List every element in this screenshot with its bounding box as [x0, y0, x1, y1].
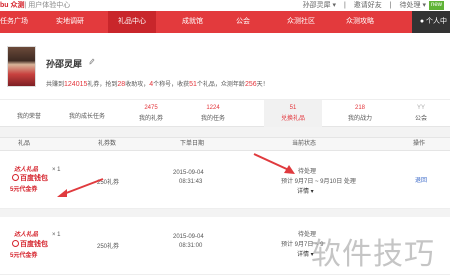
column-header-order-date: 下单日期 [180, 141, 205, 147]
brand-name: bu 众测 [0, 2, 25, 9]
coupon-amount: 250礼券 [97, 244, 120, 250]
personal-center-button[interactable]: ● 个人中 [412, 11, 450, 33]
edit-icon[interactable] [89, 58, 95, 65]
profile-panel: 孙邵灵犀 共赚到124015礼券，抢到28收助攻，4个称号，收获51个礼品，众测… [0, 33, 450, 99]
divider: | [344, 2, 346, 9]
order-date: 2015-09-04 [173, 234, 204, 240]
gift-bank-name: 百度钱包 [12, 239, 48, 249]
nav-item-field-research[interactable]: 实地调研 [56, 11, 84, 33]
user-stats: 共赚到124015礼券，抢到28收助攻，4个称号，收获51个礼品，众测年龄256… [46, 79, 269, 88]
column-header-status: 当前状态 [292, 141, 317, 147]
nav-item-guild[interactable]: 公会 [236, 11, 250, 33]
stats-text: 个称号，收获 [153, 82, 190, 88]
wallet-icon [12, 174, 19, 181]
nav-item-gift-center[interactable]: 礼品中心 [108, 11, 156, 33]
gift-brand-logo: 达人礼品 [14, 167, 39, 173]
column-header-action: 操作 [413, 141, 426, 147]
tab-label: 我的礼券 [138, 116, 163, 122]
gift-coupon-name: 5元代金券 [10, 253, 38, 259]
divider: | [389, 2, 392, 9]
stats-text: 个礼品，众测年龄 [196, 82, 245, 88]
gift-brand-logo: 达人礼品 [14, 232, 39, 238]
tab-label: 兑换礼品 [280, 116, 305, 122]
gift-quantity: × 1 [52, 232, 61, 238]
wallet-icon [12, 240, 19, 247]
gift-count: 51 [189, 81, 197, 88]
order-time: 08:31:43 [179, 179, 203, 185]
tab-label: 公会 [414, 116, 427, 122]
bank-label: 百度钱包 [20, 175, 48, 182]
main-nav: 任务广场 实地调研 礼品中心 成就馆 公会 众测社区 众测攻略 [0, 11, 450, 33]
tab-redeem-gifts[interactable]: 51 兑换礼品 [264, 100, 322, 127]
coin-count: 124015 [64, 81, 88, 88]
site-logo[interactable]: bu 众测| 用户体验中心 [0, 0, 70, 11]
watermark: 软件技巧 [311, 237, 435, 272]
tab-power[interactable]: 218 我的战力 [331, 100, 389, 127]
gift-coupon-name: 5元代金券 [10, 187, 38, 193]
tab-label: 我的荣誉 [16, 114, 41, 120]
tab-coupons[interactable]: 2475 我的礼券 [122, 100, 180, 127]
nav-item-task-square[interactable]: 任务广场 [0, 11, 28, 33]
tab-count: 1224 [206, 105, 220, 111]
stats-text: 共赚到 [46, 82, 65, 88]
brand-subtitle: | 用户体验中心 [24, 2, 71, 9]
stats-text: 天！ [256, 82, 269, 88]
gift-quantity: × 1 [52, 167, 61, 173]
gift-bank-name: 百度钱包 [12, 173, 48, 183]
new-badge: new [428, 1, 444, 10]
detail-toggle[interactable]: 详情 ▾ [297, 186, 314, 195]
stats-text: 礼券，抢到 [87, 82, 118, 88]
coupon-amount: 250礼券 [97, 180, 120, 186]
tab-guild[interactable]: YY 公会 [392, 100, 450, 127]
order-time: 08:31:00 [179, 243, 203, 249]
nav-item-achievements[interactable]: 成就馆 [182, 11, 203, 33]
column-header-coupons: 礼券数 [98, 141, 117, 147]
tab-label: 我的任务 [200, 116, 225, 122]
nav-item-guides[interactable]: 众测攻略 [346, 11, 374, 33]
tab-label: 我的战力 [347, 116, 372, 122]
status-expected: 预计 9月7日 ~ 9月10日 处理 [281, 179, 356, 185]
table-row: 达人礼品 百度钱包 5元代金券 × 1 250礼券 2015-09-04 08:… [0, 151, 450, 209]
tab-honors[interactable]: 我的荣誉 [0, 100, 58, 127]
status-text: 待处理 [298, 169, 317, 175]
return-link[interactable]: 退回 [415, 175, 427, 184]
top-bar: bu 众测| 用户体验中心 孙邵灵犀 ▾ | 邀请好友 | 待处理 ▾ new [0, 0, 450, 11]
top-links: 孙邵灵犀 ▾ | 邀请好友 | 待处理 ▾ [297, 0, 426, 11]
user-name: 孙邵灵犀 [46, 59, 83, 69]
user-menu-link[interactable]: 孙邵灵犀 ▾ [303, 2, 336, 9]
tab-label: 我的成长任务 [68, 114, 105, 120]
tab-growth-tasks[interactable]: 我的成长任务 [58, 100, 116, 127]
invite-friends-link[interactable]: 邀请好友 [354, 2, 382, 9]
stats-text: 收助攻， [125, 82, 150, 88]
table-header: 礼品 礼券数 下单日期 当前状态 操作 [0, 137, 450, 151]
profile-tabs: 我的荣誉 我的成长任务 2475 我的礼券 1224 我的任务 51 兑换礼品 218… [0, 99, 450, 127]
tab-count: YY [416, 105, 425, 111]
personal-center-label: 个人中 [426, 18, 447, 25]
pending-menu-link[interactable]: 待处理 ▾ [400, 2, 426, 9]
tab-count: 218 [354, 105, 365, 111]
tab-count: 51 [289, 105, 297, 111]
days-count: 256 [244, 81, 257, 88]
column-header-gift: 礼品 [18, 141, 31, 147]
bank-label: 百度钱包 [20, 241, 48, 248]
tab-tasks[interactable]: 1224 我的任务 [184, 100, 242, 127]
avatar[interactable] [7, 46, 36, 87]
tab-count: 2475 [144, 105, 158, 111]
order-date: 2015-09-04 [173, 170, 204, 176]
user-icon: ● [419, 18, 425, 25]
nav-item-community[interactable]: 众测社区 [287, 11, 315, 33]
